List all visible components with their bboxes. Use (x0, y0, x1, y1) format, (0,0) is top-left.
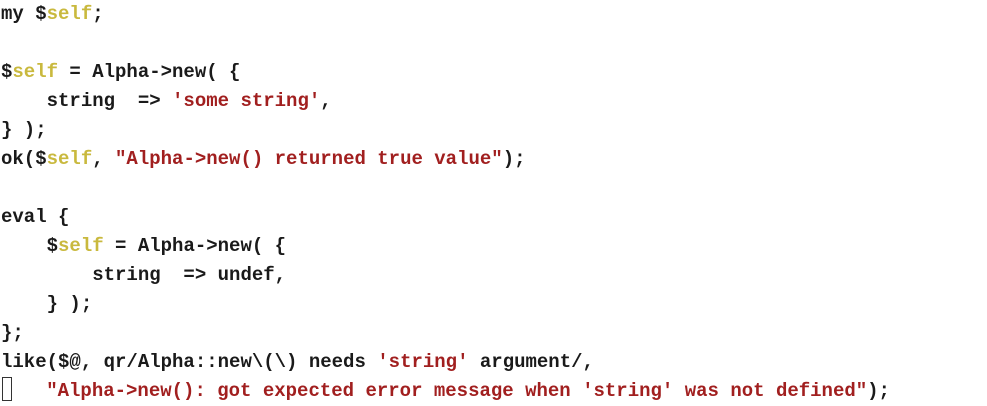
code-line[interactable]: } ); (1, 290, 987, 319)
code-token: , (320, 90, 332, 112)
code-variable-token: self (46, 3, 93, 25)
code-token: ); (867, 380, 890, 402)
code-token: argument/, (468, 351, 594, 373)
code-variable-token: self (58, 235, 104, 257)
code-line[interactable]: $self = Alpha->new( { (1, 232, 987, 261)
code-line[interactable]: string => 'some string', (1, 87, 987, 116)
code-string-token: "Alpha->new(): got expected error messag… (46, 380, 868, 402)
code-string-token: "Alpha->new() returned true value" (115, 148, 503, 170)
code-token: like($@, qr/Alpha::new\(\) needs (1, 351, 378, 373)
code-token: , (92, 148, 116, 170)
code-editor[interactable]: my $self; $self = Alpha->new( { string =… (1, 0, 987, 405)
code-token: } ); (1, 119, 47, 141)
code-line[interactable]: like($@, qr/Alpha::new\(\) needs 'string… (1, 348, 987, 377)
code-token: eval { (1, 206, 70, 228)
code-line[interactable]: eval { (1, 203, 987, 232)
code-token: } ); (1, 293, 93, 315)
code-token: = Alpha->new( { (103, 235, 287, 257)
code-line[interactable]: "Alpha->new(): got expected error messag… (1, 377, 987, 406)
code-token: ; (92, 3, 104, 25)
code-line[interactable]: $self = Alpha->new( { (1, 58, 987, 87)
code-line[interactable] (1, 174, 987, 203)
text-cursor (2, 377, 12, 401)
code-variable-token: self (12, 61, 59, 83)
code-line[interactable]: string => undef, (1, 261, 987, 290)
code-line[interactable]: ok($self, "Alpha->new() returned true va… (1, 145, 987, 174)
code-line[interactable] (1, 29, 987, 58)
code-token: ok($ (1, 148, 47, 170)
code-line[interactable]: } ); (1, 116, 987, 145)
code-variable-token: self (46, 148, 93, 170)
code-string-token: 'string' (377, 351, 469, 373)
code-token: $ (1, 61, 13, 83)
code-token: $ (1, 235, 59, 257)
code-token: string => undef, (1, 264, 287, 286)
code-string-token: 'some string' (172, 90, 321, 112)
code-token: = Alpha->new( { (58, 61, 241, 83)
code-token: string => (1, 90, 173, 112)
code-token: my $ (1, 3, 47, 25)
code-token: ); (502, 148, 526, 170)
code-line[interactable]: my $self; (1, 0, 987, 29)
code-token: }; (1, 322, 24, 344)
code-line[interactable]: }; (1, 319, 987, 348)
